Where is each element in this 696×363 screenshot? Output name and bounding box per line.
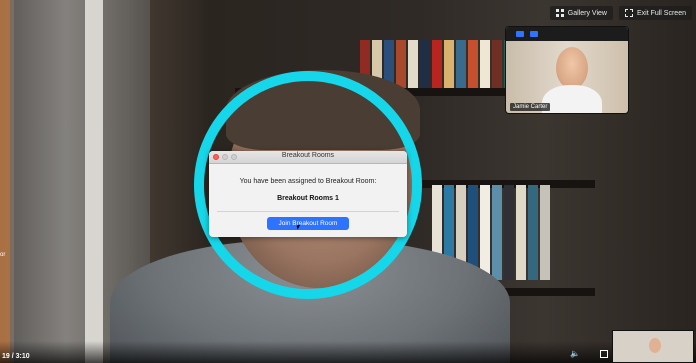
dialog-body: You have been assigned to Breakout Room:… — [209, 164, 407, 230]
video-stage: Gallery View Exit Full Screen Jamie Cart… — [0, 0, 696, 363]
player-bottom-bar — [0, 341, 696, 363]
join-breakout-room-button[interactable]: Join Breakout Room — [266, 217, 350, 230]
fullscreen-exit-icon — [624, 9, 633, 17]
dialog-divider — [217, 211, 399, 212]
thumbnail-topbar — [506, 27, 628, 41]
assignment-message: You have been assigned to Breakout Room: — [239, 178, 377, 185]
exit-full-screen-button[interactable]: Exit Full Screen — [618, 6, 692, 20]
exit-full-screen-label: Exit Full Screen — [636, 9, 686, 17]
gallery-view-button[interactable]: Gallery View — [549, 6, 613, 20]
mini-thumbnail-face — [649, 338, 661, 353]
window-frame — [85, 0, 103, 363]
exit-fullscreen-icon[interactable] — [600, 350, 608, 358]
gallery-view-label: Gallery View — [567, 9, 607, 17]
thumbnail-body — [542, 85, 602, 113]
thumbnail-face — [556, 47, 588, 89]
thumbnail-chip-icon — [530, 31, 538, 37]
breakout-rooms-dialog: Breakout Rooms You have been assigned to… — [209, 151, 407, 237]
thumbnail-chip-icon — [516, 31, 524, 37]
dialog-title: Breakout Rooms — [281, 152, 335, 159]
mini-video-thumbnail[interactable] — [612, 330, 694, 363]
playback-time: 19 / 3:10 — [2, 353, 30, 360]
left-edge-text: or — [0, 252, 6, 258]
grid-icon — [555, 9, 564, 17]
room-name: Breakout Rooms 1 — [277, 195, 339, 202]
volume-icon[interactable]: 🔈 — [570, 349, 580, 358]
top-controls: Gallery View Exit Full Screen — [549, 6, 692, 20]
participant-name: Jamie Carter — [510, 103, 551, 111]
self-view-thumbnail[interactable]: Jamie Carter — [506, 27, 628, 113]
dialog-titlebar: Breakout Rooms — [209, 151, 407, 164]
